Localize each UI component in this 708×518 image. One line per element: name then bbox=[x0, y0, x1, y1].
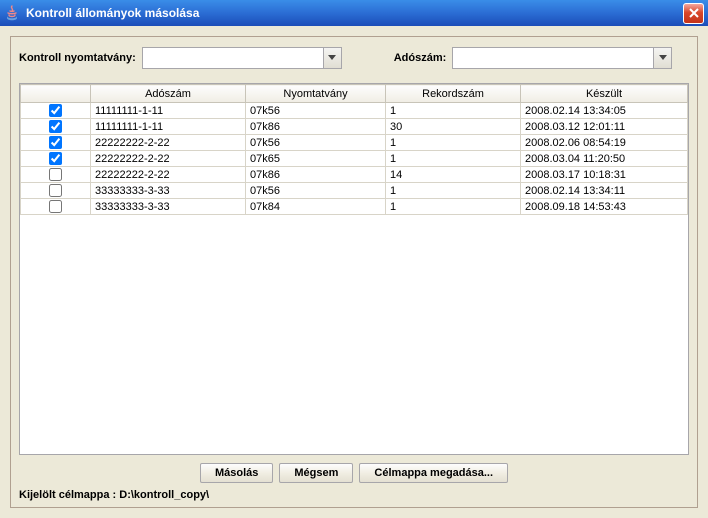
filter-row: Kontroll nyomtatvány: Adószám: bbox=[19, 47, 689, 69]
cell-nyomtatvany: 07k56 bbox=[246, 183, 386, 199]
table-row[interactable]: 11111111-1-1107k86302008.03.12 12:01:11 bbox=[21, 119, 688, 135]
row-checkbox[interactable] bbox=[49, 136, 62, 149]
cell-rekordszam: 1 bbox=[386, 199, 521, 215]
main-panel: Kontroll nyomtatvány: Adószám: bbox=[10, 36, 698, 508]
col-header-nyomtatvany[interactable]: Nyomtatvány bbox=[246, 85, 386, 103]
cell-adoszam: 11111111-1-11 bbox=[91, 119, 246, 135]
cell-adoszam: 22222222-2-22 bbox=[91, 135, 246, 151]
cell-check bbox=[21, 119, 91, 135]
cell-adoszam: 22222222-2-22 bbox=[91, 151, 246, 167]
cell-keszult: 2008.02.14 13:34:11 bbox=[521, 183, 688, 199]
cell-check bbox=[21, 151, 91, 167]
cancel-button[interactable]: Mégsem bbox=[279, 463, 353, 483]
java-icon bbox=[4, 5, 20, 21]
cell-nyomtatvany: 07k65 bbox=[246, 151, 386, 167]
target-folder-label: Kijelölt célmappa : D:\kontroll_copy\ bbox=[19, 487, 689, 501]
cell-check bbox=[21, 199, 91, 215]
cell-adoszam: 11111111-1-11 bbox=[91, 103, 246, 119]
col-header-adoszam[interactable]: Adószám bbox=[91, 85, 246, 103]
col-header-keszult[interactable]: Készült bbox=[521, 85, 688, 103]
table-row[interactable]: 22222222-2-2207k86142008.03.17 10:18:31 bbox=[21, 167, 688, 183]
button-row: Másolás Mégsem Célmappa megadása... bbox=[19, 455, 689, 487]
row-checkbox[interactable] bbox=[49, 184, 62, 197]
target-folder-button[interactable]: Célmappa megadása... bbox=[359, 463, 508, 483]
cell-rekordszam: 1 bbox=[386, 183, 521, 199]
data-table: Adószám Nyomtatvány Rekordszám Készült 1… bbox=[20, 84, 688, 215]
row-checkbox[interactable] bbox=[49, 104, 62, 117]
chevron-down-icon bbox=[323, 48, 341, 68]
cell-check bbox=[21, 167, 91, 183]
table-row[interactable]: 22222222-2-2207k6512008.03.04 11:20:50 bbox=[21, 151, 688, 167]
table-row[interactable]: 33333333-3-3307k8412008.09.18 14:53:43 bbox=[21, 199, 688, 215]
nyomtatvany-label: Kontroll nyomtatvány: bbox=[19, 52, 136, 64]
cell-adoszam: 33333333-3-33 bbox=[91, 183, 246, 199]
cell-rekordszam: 1 bbox=[386, 135, 521, 151]
cell-adoszam: 22222222-2-22 bbox=[91, 167, 246, 183]
window-titlebar: Kontroll állományok másolása bbox=[0, 0, 708, 26]
cell-keszult: 2008.02.14 13:34:05 bbox=[521, 103, 688, 119]
cell-check bbox=[21, 183, 91, 199]
cell-rekordszam: 1 bbox=[386, 151, 521, 167]
cell-nyomtatvany: 07k86 bbox=[246, 119, 386, 135]
adoszam-combo[interactable] bbox=[452, 47, 672, 69]
data-table-wrap: Adószám Nyomtatvány Rekordszám Készült 1… bbox=[19, 83, 689, 455]
cell-nyomtatvany: 07k86 bbox=[246, 167, 386, 183]
close-icon bbox=[689, 8, 699, 18]
cell-check bbox=[21, 103, 91, 119]
adoszam-label: Adószám: bbox=[394, 52, 447, 64]
col-header-check[interactable] bbox=[21, 85, 91, 103]
cell-keszult: 2008.03.12 12:01:11 bbox=[521, 119, 688, 135]
window-title: Kontroll állományok másolása bbox=[26, 6, 683, 20]
table-row[interactable]: 11111111-1-1107k5612008.02.14 13:34:05 bbox=[21, 103, 688, 119]
cell-nyomtatvany: 07k56 bbox=[246, 135, 386, 151]
row-checkbox[interactable] bbox=[49, 152, 62, 165]
close-button[interactable] bbox=[683, 3, 704, 24]
table-row[interactable]: 22222222-2-2207k5612008.02.06 08:54:19 bbox=[21, 135, 688, 151]
cell-keszult: 2008.09.18 14:53:43 bbox=[521, 199, 688, 215]
row-checkbox[interactable] bbox=[49, 120, 62, 133]
cell-rekordszam: 1 bbox=[386, 103, 521, 119]
cell-rekordszam: 14 bbox=[386, 167, 521, 183]
chevron-down-icon bbox=[653, 48, 671, 68]
cell-check bbox=[21, 135, 91, 151]
cell-adoszam: 33333333-3-33 bbox=[91, 199, 246, 215]
cell-keszult: 2008.02.06 08:54:19 bbox=[521, 135, 688, 151]
row-checkbox[interactable] bbox=[49, 200, 62, 213]
nyomtatvany-combo[interactable] bbox=[142, 47, 342, 69]
col-header-rekordszam[interactable]: Rekordszám bbox=[386, 85, 521, 103]
cell-keszult: 2008.03.17 10:18:31 bbox=[521, 167, 688, 183]
cell-nyomtatvany: 07k84 bbox=[246, 199, 386, 215]
cell-nyomtatvany: 07k56 bbox=[246, 103, 386, 119]
cell-rekordszam: 30 bbox=[386, 119, 521, 135]
copy-button[interactable]: Másolás bbox=[200, 463, 273, 483]
table-row[interactable]: 33333333-3-3307k5612008.02.14 13:34:11 bbox=[21, 183, 688, 199]
cell-keszult: 2008.03.04 11:20:50 bbox=[521, 151, 688, 167]
row-checkbox[interactable] bbox=[49, 168, 62, 181]
